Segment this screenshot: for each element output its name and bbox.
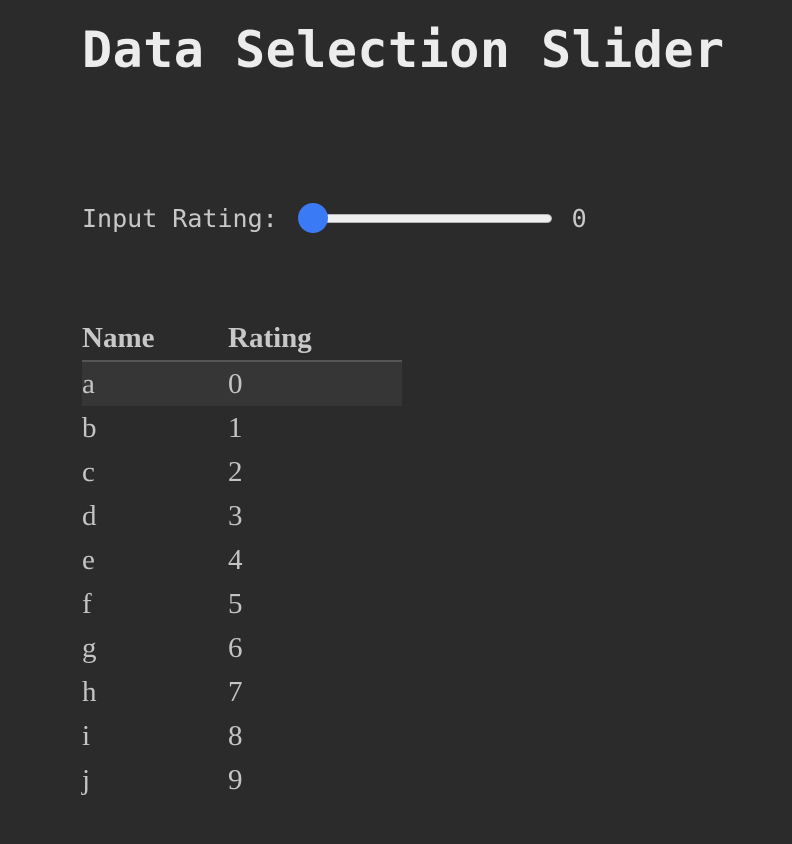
table-row: f5 [82, 582, 402, 626]
table-row: j9 [82, 758, 402, 802]
slider-value: 0 [571, 203, 587, 233]
row-name-cell: j [82, 763, 91, 796]
row-rating-cell: 4 [228, 543, 243, 576]
row-name-cell: d [82, 499, 97, 532]
table-header-row: Name Rating [82, 316, 402, 362]
slider-thumb[interactable] [297, 203, 328, 233]
table-row: e4 [82, 538, 402, 582]
table-row: a0 [82, 361, 402, 406]
slider-label: Input Rating: [82, 203, 278, 233]
table-row: i8 [82, 714, 402, 758]
row-rating-cell: 3 [228, 499, 243, 532]
row-name-cell: c [82, 455, 95, 488]
page-title: Data Selection Slider [82, 21, 725, 79]
table-row: b1 [82, 406, 402, 450]
table-row: g6 [82, 626, 402, 670]
row-name-cell: h [82, 675, 97, 708]
row-rating-cell: 7 [228, 675, 243, 708]
ratings-table: Name Rating a0b1c2d3e4f5g6h7i8j9 [82, 316, 402, 802]
table-body: a0b1c2d3e4f5g6h7i8j9 [82, 361, 402, 802]
table-row: d3 [82, 494, 402, 538]
row-name-cell: a [82, 361, 228, 406]
row-rating-cell: 9 [228, 763, 243, 796]
row-name-cell: b [82, 411, 97, 444]
row-rating-cell: 8 [228, 719, 243, 752]
row-rating-cell: 6 [228, 631, 243, 664]
row-name-cell: i [82, 719, 91, 752]
rating-slider[interactable] [297, 203, 552, 233]
row-name-cell: g [82, 631, 97, 664]
row-name-cell: f [82, 587, 92, 620]
row-rating-cell: 2 [228, 455, 243, 488]
row-rating-cell: 5 [228, 587, 243, 620]
rating-slider-row: Input Rating: 0 [82, 198, 587, 238]
table-row: h7 [82, 670, 402, 714]
column-header-name: Name [82, 316, 228, 362]
row-name-cell: e [82, 543, 95, 576]
slider-track[interactable] [299, 214, 552, 223]
page: Data Selection Slider Input Rating: 0 Na… [0, 0, 792, 844]
row-rating-cell: 1 [228, 411, 243, 444]
table-row: c2 [82, 450, 402, 494]
column-header-rating: Rating [228, 316, 402, 362]
row-rating-cell: 0 [228, 361, 402, 406]
